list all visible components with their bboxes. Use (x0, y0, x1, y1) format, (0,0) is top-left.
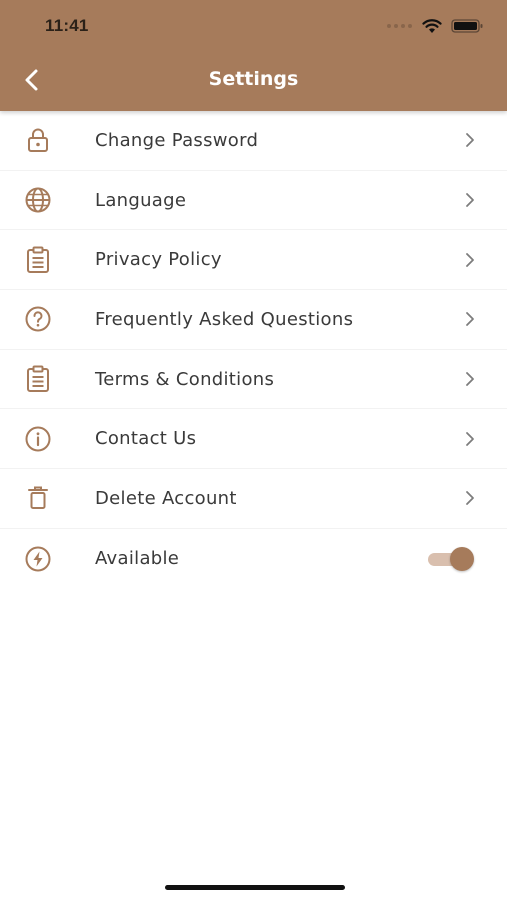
globe-icon (23, 185, 53, 215)
lightning-circle-icon (23, 544, 53, 574)
toggle-knob (450, 546, 474, 571)
chevron-right-icon (466, 252, 474, 267)
home-indicator (165, 885, 345, 890)
settings-item-label: Contact Us (95, 428, 197, 450)
chevron-right-icon (466, 312, 474, 327)
settings-item-contact-us[interactable]: Contact Us (0, 409, 507, 470)
wifi-icon (422, 19, 442, 33)
chevron-right-icon (466, 491, 474, 506)
settings-item-available: Available (0, 529, 507, 589)
settings-list: Change Password Language Privacy Policy (0, 111, 507, 589)
settings-item-label: Privacy Policy (95, 249, 222, 271)
info-circle-icon (23, 424, 53, 454)
chevron-right-icon (466, 133, 474, 148)
chevron-right-icon (466, 431, 474, 446)
trash-icon (23, 483, 53, 513)
settings-item-delete-account[interactable]: Delete Account (0, 469, 507, 529)
settings-item-change-password[interactable]: Change Password (0, 111, 507, 171)
settings-item-label: Change Password (95, 129, 259, 151)
chevron-right-icon (466, 372, 474, 386)
settings-item-faq[interactable]: Frequently Asked Questions (0, 290, 507, 350)
settings-item-language[interactable]: Language (0, 171, 507, 231)
app-header: 11:41 Settings (0, 0, 507, 111)
settings-item-label: Terms & Conditions (95, 368, 275, 390)
question-circle-icon (23, 304, 53, 334)
clipboard-icon (23, 245, 53, 275)
available-toggle[interactable] (426, 546, 474, 571)
settings-item-label: Delete Account (95, 487, 237, 509)
page-title: Settings (208, 68, 299, 90)
status-time: 11:41 (45, 16, 89, 35)
chevron-right-icon (466, 193, 474, 207)
lock-icon (23, 125, 53, 155)
battery-icon (451, 19, 483, 33)
clipboard-icon (23, 364, 53, 394)
settings-item-terms-conditions[interactable]: Terms & Conditions (0, 350, 507, 410)
settings-item-label: Frequently Asked Questions (95, 308, 354, 330)
status-icons (387, 18, 483, 34)
settings-item-label: Available (95, 548, 180, 570)
settings-item-label: Language (95, 189, 187, 211)
signal-icon (387, 24, 412, 28)
settings-item-privacy-policy[interactable]: Privacy Policy (0, 230, 507, 291)
